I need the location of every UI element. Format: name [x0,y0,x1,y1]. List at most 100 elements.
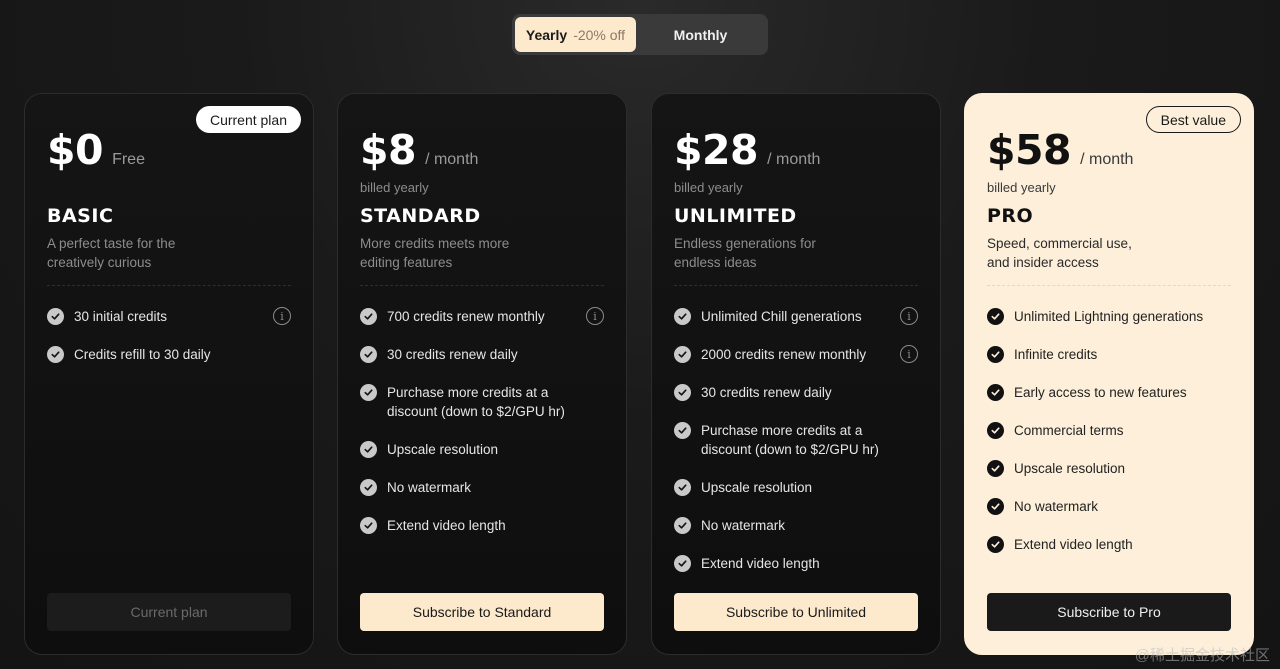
divider [674,285,918,286]
feature-item: No watermark [360,478,604,497]
billing-note: billed yearly [987,180,1056,195]
feature-item: Extend video length [360,516,604,535]
check-circle-icon [360,517,377,534]
feature-text: Purchase more credits at a discount (dow… [701,423,879,457]
check-circle-icon [47,346,64,363]
plan-price: $8 [360,126,417,174]
feature-text: 2000 credits renew monthly [701,347,867,362]
feature-text: Credits refill to 30 daily [74,347,211,362]
check-circle-icon [987,346,1004,363]
feature-item: 30 initial credits i [47,307,291,326]
check-circle-icon [674,422,691,439]
current-plan-button[interactable]: Current plan [47,593,291,631]
feature-item: 30 credits renew daily [674,383,918,402]
subscribe-pro-button[interactable]: Subscribe to Pro [987,593,1231,631]
info-icon[interactable]: i [586,307,604,325]
feature-list: Unlimited Chill generations i 2000 credits… [674,307,918,592]
check-circle-icon [987,536,1004,553]
plan-card-standard: $8 / month billed yearly STANDARD More c… [337,93,627,655]
yearly-discount: -20% off [573,26,626,43]
check-circle-icon [47,308,64,325]
info-icon[interactable]: i [900,307,918,325]
plan-name: STANDARD [360,205,481,227]
check-circle-icon [987,384,1004,401]
divider [360,285,604,286]
info-icon[interactable]: i [900,345,918,363]
plan-description: Endless generations for endless ideas [674,236,816,270]
feature-item: Upscale resolution [674,478,918,497]
plan-price: $0 [47,126,104,174]
billing-note: billed yearly [360,180,429,195]
current-plan-badge: Current plan [195,106,301,133]
plan-name: PRO [987,205,1034,227]
billing-note: billed yearly [674,180,743,195]
pricing-page: Yearly -20% off Monthly Current plan $0 … [0,0,1280,669]
check-circle-icon [674,346,691,363]
subscribe-unlimited-button[interactable]: Subscribe to Unlimited [674,593,918,631]
feature-text: Infinite credits [1014,347,1098,362]
check-circle-icon [360,479,377,496]
plan-name: BASIC [47,205,114,227]
feature-item: Infinite credits [987,345,1231,364]
feature-text: 30 initial credits [74,309,168,324]
feature-text: Upscale resolution [387,442,499,457]
plan-name: UNLIMITED [674,205,797,227]
feature-text: Early access to new features [1014,385,1187,400]
feature-item: Credits refill to 30 daily [47,345,291,364]
feature-item: Early access to new features [987,383,1231,402]
feature-text: Upscale resolution [1014,461,1126,476]
plan-price: $58 [987,126,1072,174]
check-circle-icon [674,308,691,325]
plan-price: $28 [674,126,759,174]
feature-text: No watermark [1014,499,1099,514]
divider [987,285,1231,286]
feature-text: Purchase more credits at a discount (dow… [387,385,565,419]
billing-option-yearly[interactable]: Yearly -20% off [515,17,636,52]
feature-item: Upscale resolution [360,440,604,459]
plan-period: Free [112,151,145,168]
check-circle-icon [674,384,691,401]
price-row: $58 / month [987,126,1133,174]
feature-item: No watermark [987,497,1231,516]
feature-item: 2000 credits renew monthly i [674,345,918,364]
check-circle-icon [987,308,1004,325]
feature-item: Purchase more credits at a discount (dow… [360,383,604,421]
feature-item: Extend video length [674,554,918,573]
plan-period: / month [1080,151,1134,168]
feature-text: Extend video length [701,556,820,571]
check-circle-icon [360,384,377,401]
feature-item: No watermark [674,516,918,535]
billing-toggle: Yearly -20% off Monthly [512,14,768,55]
price-row: $0 Free [47,126,145,174]
plan-card-basic: Current plan $0 Free BASIC A perfect tas… [24,93,314,655]
check-circle-icon [360,441,377,458]
feature-text: 30 credits renew daily [701,385,832,400]
feature-item: Unlimited Lightning generations [987,307,1231,326]
check-circle-icon [674,479,691,496]
feature-item: 30 credits renew daily [360,345,604,364]
feature-list: 30 initial credits i Credits refill to 30 … [47,307,291,383]
feature-text: Unlimited Chill generations [701,309,862,324]
feature-list: 700 credits renew monthly i 30 credits ren… [360,307,604,554]
feature-item: Extend video length [987,535,1231,554]
plan-description: Speed, commercial use, and insider acces… [987,236,1132,270]
subscribe-standard-button[interactable]: Subscribe to Standard [360,593,604,631]
yearly-label: Yearly [525,26,568,43]
billing-option-monthly[interactable]: Monthly [636,17,765,52]
plan-period: / month [767,151,821,168]
plan-card-unlimited: $28 / month billed yearly UNLIMITED Endl… [651,93,941,655]
info-icon[interactable]: i [273,307,291,325]
check-circle-icon [987,460,1004,477]
check-circle-icon [674,517,691,534]
check-circle-icon [360,346,377,363]
feature-list: Unlimited Lightning generations Infinite … [987,307,1231,573]
check-circle-icon [674,555,691,572]
check-circle-icon [987,422,1004,439]
feature-text: Unlimited Lightning generations [1014,309,1204,324]
check-circle-icon [987,498,1004,515]
feature-text: Extend video length [387,518,506,533]
feature-item: Purchase more credits at a discount (dow… [674,421,918,459]
monthly-label: Monthly [673,26,728,43]
plan-card-pro: Best value $58 / month billed yearly PRO… [964,93,1254,655]
watermark-text: @稀土掘金技术社区 [1134,647,1270,664]
